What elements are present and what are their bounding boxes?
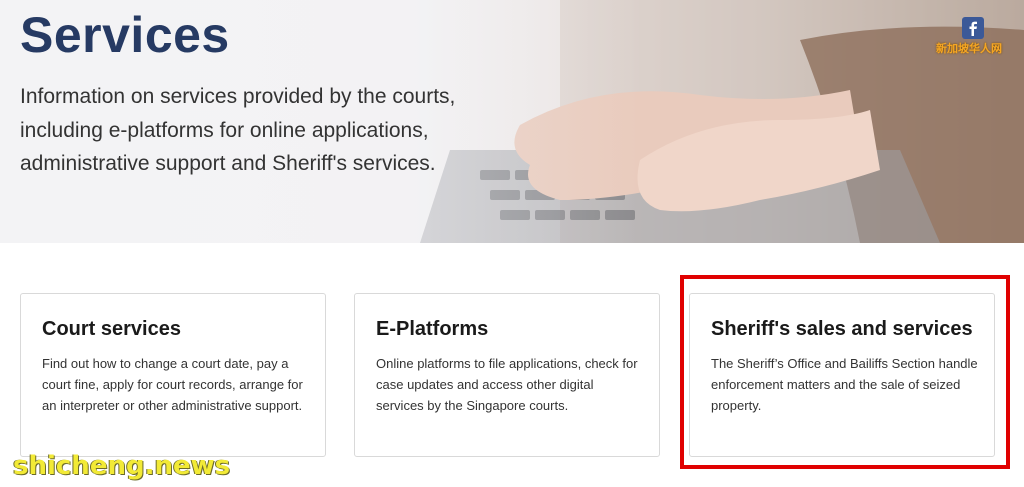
facebook-icon xyxy=(962,17,984,39)
site-watermark: shicheng.news xyxy=(13,451,231,481)
card-description: The Sheriff’s Office and Bailiffs Sectio… xyxy=(711,356,978,414)
card-court-services[interactable]: Court services Find out how to change a … xyxy=(20,293,326,457)
page-title: Services xyxy=(20,7,230,63)
card-description: Online platforms to file applications, c… xyxy=(376,356,638,414)
page-description: Information on services provided by the … xyxy=(20,85,456,175)
chinese-watermark: 新加坡华人网 xyxy=(936,42,1002,55)
card-sheriffs-sales[interactable]: Sheriff's sales and services The Sheriff… xyxy=(689,293,995,457)
card-title[interactable]: Sheriff's sales and services xyxy=(711,318,973,341)
card-e-platforms[interactable]: E-Platforms Online platforms to file app… xyxy=(354,293,660,457)
card-title[interactable]: E-Platforms xyxy=(376,318,488,341)
card-description: Find out how to change a court date, pay… xyxy=(42,356,303,414)
hero-banner: Services Information on services provide… xyxy=(0,0,1024,243)
card-title[interactable]: Court services xyxy=(42,318,181,341)
